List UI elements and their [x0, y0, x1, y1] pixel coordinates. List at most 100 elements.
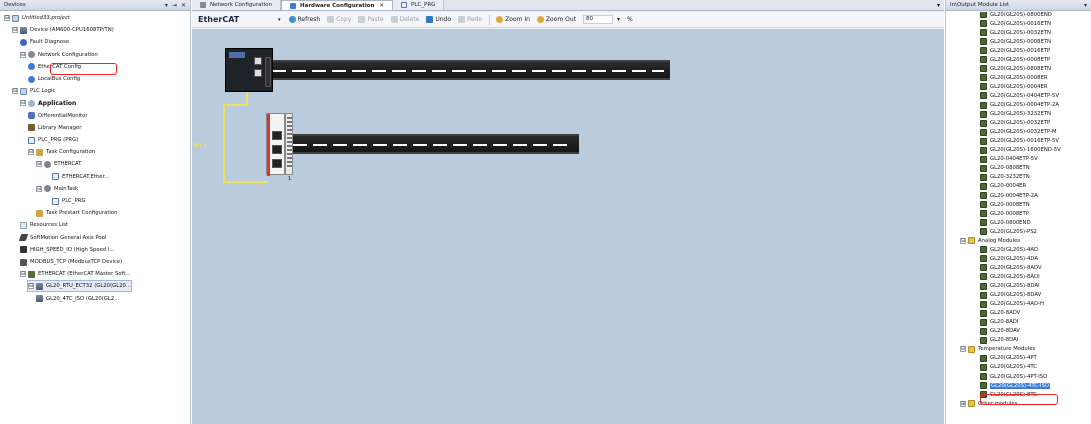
tree-expander-icon[interactable]: ⊟	[36, 161, 42, 168]
device-tree-item[interactable]: ⊟ Application	[20, 98, 76, 108]
module-list-item[interactable]: GL20(GL20S)-0404ETP-5V	[980, 91, 1059, 100]
hardware-canvas[interactable]: 1 No 1	[192, 29, 944, 424]
module-list-item[interactable]: GL20-0800END	[980, 218, 1031, 227]
module-list-item[interactable]: GL20-8ADV	[980, 309, 1020, 318]
device-tree-item[interactable]: ⊟ Untitled33.project	[4, 13, 70, 23]
module-list-item[interactable]: GL20(GL20S)-0808ETN	[980, 64, 1051, 73]
device-tree-item[interactable]: Task Prestart Configuration	[36, 208, 117, 218]
undo-button[interactable]: Undo	[426, 16, 451, 23]
close-tab-icon[interactable]: ✕	[379, 3, 384, 9]
module-list-item[interactable]: GL20(GL20S)-0032ETP-M	[980, 128, 1057, 137]
cpu-module[interactable]	[225, 48, 273, 92]
module-list-item[interactable]: GL20-0004ETP-2A	[980, 191, 1038, 200]
module-list-item[interactable]: GL20(GL20S)-4TC	[980, 363, 1037, 372]
panel-menu-icon[interactable]: ▾	[165, 2, 168, 9]
tree-expander-icon[interactable]: ⊟	[4, 15, 10, 21]
module-list-item[interactable]: GL20(GL20S)-0016ETP-5V	[980, 137, 1059, 146]
tab-network-configuration[interactable]: Network Configuration	[192, 0, 282, 10]
module-list-item[interactable]: GL20(GL20S)-4AD-H	[980, 300, 1044, 309]
tree-expander-icon[interactable]: ⊟	[20, 51, 26, 58]
chevron-down-icon[interactable]: ▾	[278, 17, 281, 23]
module-list-item[interactable]: GL20(GL20S)-8DAI	[980, 282, 1040, 291]
module-list-item[interactable]: GL20(GL20S)-8ADV	[980, 263, 1042, 272]
device-tree-item[interactable]: ⊟ ETHERCAT	[36, 159, 81, 169]
module-list-item[interactable]: GL20(GL20S)-0032ETP	[980, 119, 1050, 128]
refresh-button[interactable]: Refresh	[288, 16, 320, 23]
module-category-item[interactable]: ⊟ Temperature Modules	[960, 345, 1035, 354]
device-tree-item[interactable]: ⊟ Device (AM600-CPU1608TP/TN)	[12, 25, 114, 35]
device-tree-item[interactable]: PLC_PRG (PRG)	[28, 135, 78, 145]
module-list-item[interactable]: GL20-0404ETP-5V	[980, 155, 1038, 164]
device-tree-item[interactable]: LocalBus Config	[28, 74, 80, 84]
module-list-item[interactable]: GL20-8ADI	[980, 318, 1018, 327]
module-list-item[interactable]: GL20-0808ETN	[980, 164, 1030, 173]
module-list-item[interactable]: GL20-8DAI	[980, 336, 1018, 345]
module-list-item[interactable]: GL20-0004ER	[980, 182, 1026, 191]
device-tree-item[interactable]: HIGH_SPEED_IO (High Speed I...	[20, 245, 115, 255]
module-list-item[interactable]: GL20(GL20S)-8DAV	[980, 291, 1041, 300]
module-list-item[interactable]: GL20(GL20S)-3232ETN	[980, 110, 1051, 119]
tree-expander-icon[interactable]: ⊟	[12, 27, 18, 34]
module-list-item[interactable]: GL20-3232ETN	[980, 173, 1030, 182]
module-list-item[interactable]: GL20(GL20S)-8ADI	[980, 272, 1040, 281]
device-tree-item[interactable]: ⊟ GL20_RTU_ECT32 (GL20(GL20...	[27, 280, 132, 293]
module-list-item[interactable]: GL20(GL20S)-4PT-ISO	[980, 372, 1047, 381]
io-module-slot-1[interactable]	[285, 113, 293, 175]
tree-expander-icon[interactable]: ⊟	[20, 100, 26, 107]
module-list-item[interactable]: GL20(GL20S)-0004ETP-2A	[980, 101, 1059, 110]
module-list-item[interactable]: GL20(GL20S)-1600END-5V	[980, 146, 1061, 155]
tree-expander-icon[interactable]: ⊟	[20, 271, 26, 278]
copy-button[interactable]: Copy	[327, 16, 351, 23]
device-tree-item[interactable]: MODBUS_TCP (ModbusTCP Device)	[20, 257, 122, 267]
device-tree-item[interactable]: ⊟ ETHERCAT (EtherCAT Master Soft...	[20, 269, 131, 279]
device-tree-item[interactable]: Resources List	[20, 220, 68, 230]
paste-button[interactable]: Paste	[358, 16, 384, 23]
module-list-item[interactable]: GL20-8DAV	[980, 327, 1020, 336]
device-tree-item[interactable]: PLC_PRG	[52, 196, 85, 206]
zoom-dropdown[interactable]: ▾	[617, 16, 620, 23]
close-icon[interactable]: ✕	[181, 2, 186, 9]
device-tree-item[interactable]: Fault Diagnose	[20, 37, 69, 47]
module-list-item[interactable]: GL20(GL20S)-0032ETN	[980, 28, 1051, 37]
delete-button[interactable]: Delete	[390, 16, 419, 23]
zoom-value-field[interactable]: 80	[582, 15, 613, 24]
module-list-item[interactable]: GL20(GL20S)-PS2	[980, 227, 1037, 236]
module-list-item[interactable]: GL20(GL20S)-4AD	[980, 245, 1038, 254]
tree-expander-icon[interactable]: ⊟	[960, 237, 966, 244]
tree-expander-icon[interactable]: ⊞	[960, 400, 966, 407]
tree-expander-icon[interactable]: ⊟	[960, 346, 966, 353]
module-list-item[interactable]: GL20(GL20S)-0016ETP	[980, 46, 1050, 55]
module-list-item[interactable]: GL20-0008ETP	[980, 209, 1029, 218]
module-list-item[interactable]: GL20(GL20S)-4DA	[980, 254, 1038, 263]
device-tree-item[interactable]: DifferentialMonitor	[28, 111, 88, 121]
module-list-item[interactable]: GL20(GL20S)-0800END	[980, 12, 1052, 19]
module-list-item[interactable]: GL20(GL20S)-0008ETP	[980, 55, 1050, 64]
device-tree-item[interactable]: GL20_4TC_ISO (GL20(GL2...	[36, 294, 119, 304]
module-list-item[interactable]: GL20(GL20S)-0008ETN	[980, 37, 1051, 46]
tab-list-dropdown-icon[interactable]: ▾	[937, 2, 940, 9]
device-tree-item[interactable]: ETHERCAT.Ether...	[52, 172, 109, 182]
tab-plc-prg[interactable]: PLC_PRG	[393, 0, 445, 10]
module-list-item[interactable]: GL20(GL20S)-0016ETN	[980, 19, 1051, 28]
device-tree-item[interactable]: SoftMotion General Axis Pool	[18, 233, 106, 243]
pin-icon[interactable]: ⇥	[172, 2, 177, 9]
network-selector[interactable]: EtherCAT	[198, 15, 278, 24]
panel-menu-icon[interactable]: ▾	[1084, 2, 1087, 9]
device-tree-item[interactable]: ⊟ MainTask	[36, 184, 78, 194]
tree-expander-icon[interactable]: ⊟	[12, 88, 18, 95]
redo-button[interactable]: Redo	[458, 16, 482, 23]
module-list-item[interactable]: GL20(GL20S)-4TC-ISO	[980, 381, 1050, 390]
zoom-out-button[interactable]: Zoom Out	[536, 16, 576, 23]
device-tree-item[interactable]: ⊟ PLC Logic	[12, 86, 55, 96]
tab-hardware-configuration[interactable]: Hardware Configuration ✕	[281, 0, 394, 10]
device-tree-item[interactable]: ⊟ Network Configuration	[20, 50, 98, 60]
module-list-item[interactable]: GL20(GL20S)-4PT	[980, 354, 1037, 363]
zoom-in-button[interactable]: Zoom In	[496, 16, 530, 23]
ethercat-coupler[interactable]	[266, 113, 285, 176]
module-list-item[interactable]: GL20(GL20S)-0004ER	[980, 82, 1048, 91]
tree-expander-icon[interactable]: ⊟	[28, 283, 34, 290]
device-tree-item[interactable]: ⊟ Task Configuration	[28, 147, 95, 157]
tree-expander-icon[interactable]: ⊟	[28, 149, 34, 156]
module-category-item[interactable]: ⊟ Analog Modules	[960, 236, 1020, 245]
device-tree-item[interactable]: Library Manager	[28, 123, 81, 133]
